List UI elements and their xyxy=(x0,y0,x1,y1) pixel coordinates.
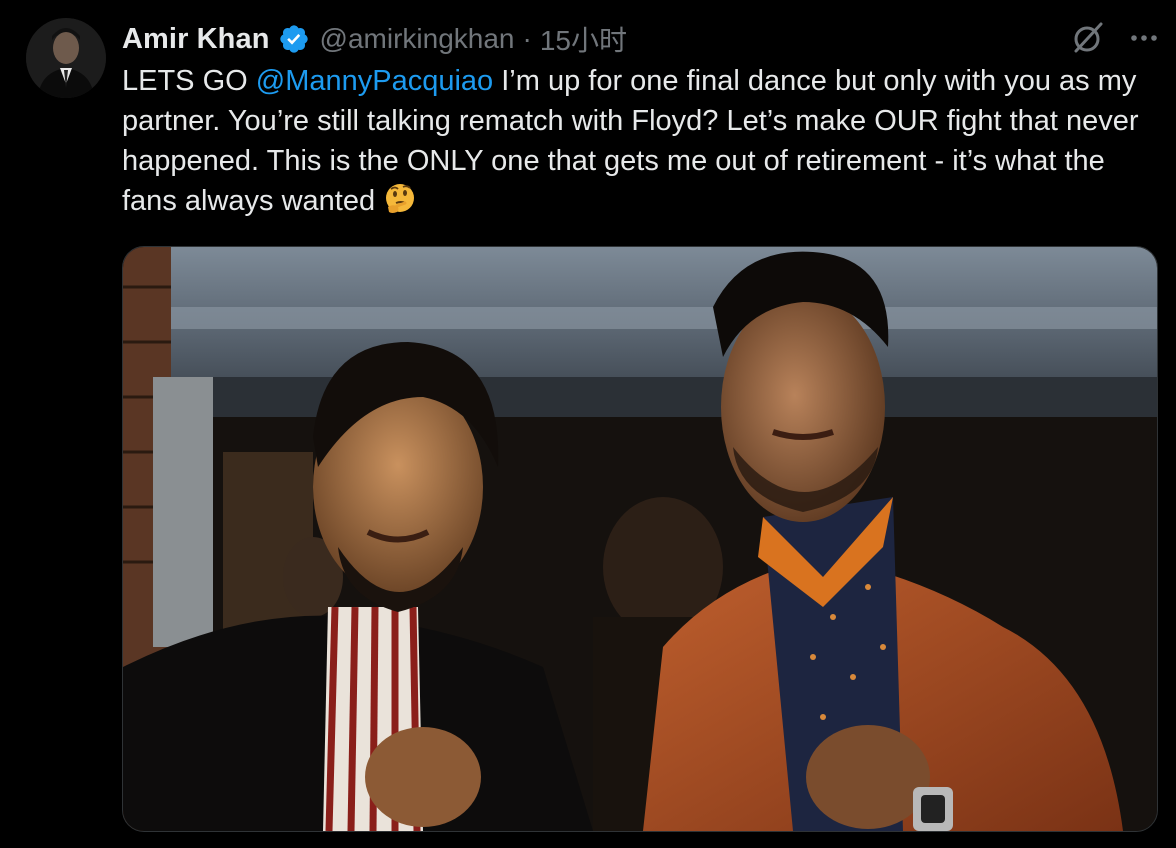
separator-dot: · xyxy=(522,23,532,54)
verified-badge-icon[interactable] xyxy=(278,23,310,55)
tweet-text-prefix: LETS GO xyxy=(122,65,256,97)
grok-icon[interactable] xyxy=(1070,20,1106,56)
author-display-name[interactable]: Amir Khan xyxy=(122,23,270,56)
avatar[interactable] xyxy=(26,18,106,98)
tweet[interactable]: Amir Khan @amirkingkhan · 15小时 LETS GO @ xyxy=(0,0,1176,848)
tweet-photo[interactable] xyxy=(122,246,1158,832)
photo-illustration xyxy=(123,247,1157,831)
more-icon[interactable] xyxy=(1126,20,1162,56)
author-handle[interactable]: @amirkingkhan xyxy=(320,23,515,55)
tweet-actions xyxy=(1070,20,1162,56)
tweet-header: Amir Khan @amirkingkhan · 15小时 xyxy=(122,19,627,59)
tweet-text: LETS GO @MannyPacquiao I’m up for one fi… xyxy=(122,61,1152,221)
mention-link[interactable]: @MannyPacquiao xyxy=(256,65,493,97)
thinking-face-icon xyxy=(383,182,417,216)
tweet-timestamp[interactable]: 15小时 xyxy=(540,19,627,59)
